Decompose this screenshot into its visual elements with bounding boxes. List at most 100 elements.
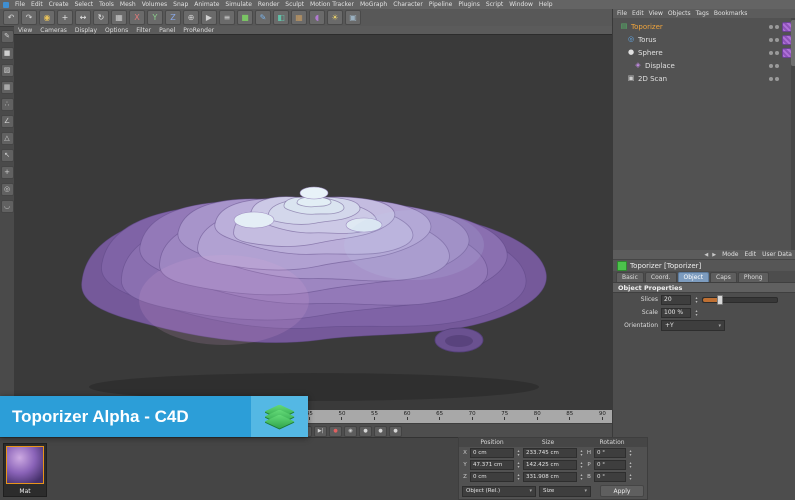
record-rotation-button[interactable]: ● [389, 426, 402, 437]
edges-mode-icon[interactable]: ∠ [1, 115, 14, 128]
record-scale-button[interactable]: ● [374, 426, 387, 437]
attribute-menu-item[interactable]: Mode [722, 251, 738, 258]
tweak-mode-icon[interactable]: ↖ [1, 149, 14, 162]
viewport-canvas[interactable] [14, 34, 612, 411]
material-preview-sphere[interactable] [6, 446, 44, 484]
object-row-torus[interactable]: ◎ Torus [620, 33, 795, 46]
mograph-icon[interactable]: ◧ [273, 10, 289, 25]
menu-item[interactable]: Snap [173, 1, 188, 8]
history-forward-icon[interactable]: ▶ [712, 252, 716, 258]
attribute-tab[interactable]: Object [678, 272, 710, 282]
menu-item[interactable]: Help [539, 1, 553, 8]
scrollbar-thumb[interactable] [791, 20, 795, 66]
menu-item[interactable]: Animate [194, 1, 219, 8]
scale-stepper[interactable] [694, 308, 699, 317]
apply-button[interactable]: Apply [600, 485, 644, 497]
scale-tool-icon[interactable]: ↔ [75, 10, 91, 25]
size-input[interactable]: 233.745 cm [523, 448, 577, 458]
position-stepper[interactable] [516, 473, 521, 482]
coordinate-system-icon[interactable]: ⊕ [183, 10, 199, 25]
move-tool-icon[interactable]: + [57, 10, 73, 25]
model-mode-icon[interactable]: ■ [1, 47, 14, 60]
attribute-tab[interactable]: Coord. [645, 272, 677, 282]
object-row-toporizer[interactable]: ▤ Toporizer [613, 20, 795, 33]
object-manager-menu-item[interactable]: File [617, 10, 627, 17]
attribute-tab[interactable]: Phong [738, 272, 769, 282]
position-input[interactable]: 47.371 cm [470, 460, 514, 470]
size-stepper[interactable] [579, 473, 584, 482]
render-settings-icon[interactable]: ≡ [219, 10, 235, 25]
slices-slider-knob[interactable] [717, 295, 723, 305]
autokey-button[interactable]: ◉ [344, 426, 357, 437]
slices-stepper[interactable] [694, 295, 699, 304]
menu-item[interactable]: Plugins [458, 1, 480, 8]
object-manager-menu-item[interactable]: Tags [696, 10, 709, 17]
attribute-tab[interactable]: Caps [710, 272, 737, 282]
menu-item[interactable]: Window [509, 1, 533, 8]
size-stepper[interactable] [579, 449, 584, 458]
app-logo-icon[interactable] [3, 2, 9, 8]
viewport-menu-item[interactable]: ProRender [183, 27, 214, 34]
position-input[interactable]: 0 cm [470, 448, 514, 458]
object-row-sphere[interactable]: ● Sphere [620, 46, 795, 59]
object-manager-menu-item[interactable]: Objects [668, 10, 691, 17]
slices-slider[interactable] [702, 297, 778, 303]
menu-item[interactable]: File [15, 1, 25, 8]
record-keyframe-button[interactable]: ● [329, 426, 342, 437]
deformer-icon[interactable]: ◖ [309, 10, 325, 25]
position-stepper[interactable] [516, 449, 521, 458]
visibility-toggle-dots[interactable] [769, 51, 779, 55]
visibility-toggle-dots[interactable] [769, 64, 779, 68]
slices-input[interactable]: 20 [661, 295, 691, 305]
attribute-menu-item[interactable]: Edit [744, 251, 756, 258]
coord-mode-dropdown[interactable]: Object (Rel.) [462, 486, 536, 497]
viewport-menu-item[interactable]: Options [105, 27, 128, 34]
viewport-menu-item[interactable]: Panel [159, 27, 175, 34]
object-properties-header[interactable]: Object Properties [613, 282, 795, 293]
rotation-input[interactable]: 0 ° [594, 448, 626, 458]
x-axis-lock-icon[interactable]: X [129, 10, 145, 25]
rotation-stepper[interactable] [628, 461, 633, 470]
environment-icon[interactable]: ☀ [327, 10, 343, 25]
texture-mode-icon[interactable]: ▨ [1, 64, 14, 77]
menu-item[interactable]: Select [75, 1, 94, 8]
object-row-displace[interactable]: ◈ Displace [627, 59, 795, 72]
y-axis-lock-icon[interactable]: Y [147, 10, 163, 25]
size-mode-dropdown[interactable]: Size [539, 486, 591, 497]
cube-primitive-icon[interactable]: ■ [237, 10, 253, 25]
menu-item[interactable]: Simulate [225, 1, 252, 8]
rotation-input[interactable]: 0 ° [594, 472, 626, 482]
menu-item[interactable]: Pipeline [429, 1, 452, 8]
menu-item[interactable]: Tools [99, 1, 114, 8]
menu-item[interactable]: Render [258, 1, 279, 8]
history-back-icon[interactable]: ◀ [704, 252, 708, 258]
menu-item[interactable]: Motion Tracker [310, 1, 354, 8]
attribute-tab[interactable]: Basic [616, 272, 644, 282]
axis-mode-icon[interactable]: + [1, 166, 14, 179]
redo-icon[interactable]: ↷ [21, 10, 37, 25]
rotate-tool-icon[interactable]: ↻ [93, 10, 109, 25]
attribute-menu-item[interactable]: User Data [762, 251, 792, 258]
visibility-toggle-dots[interactable] [769, 77, 779, 81]
record-position-button[interactable]: ● [359, 426, 372, 437]
polygons-mode-icon[interactable]: △ [1, 132, 14, 145]
camera-icon[interactable]: ▣ [345, 10, 361, 25]
menu-item[interactable]: Volumes [142, 1, 167, 8]
viewport-menu-item[interactable]: Display [75, 27, 97, 34]
orientation-dropdown[interactable]: +Y [661, 320, 725, 331]
size-input[interactable]: 142.425 cm [523, 460, 577, 470]
menu-item[interactable]: Character [393, 1, 423, 8]
viewport-menu-item[interactable]: Filter [136, 27, 151, 34]
position-input[interactable]: 0 cm [470, 472, 514, 482]
object-manager-menu-item[interactable]: View [649, 10, 663, 17]
object-manager-menu-item[interactable]: Bookmarks [714, 10, 748, 17]
volume-icon[interactable]: ▦ [291, 10, 307, 25]
material-tile[interactable]: Mat [3, 443, 47, 497]
last-tool-icon[interactable]: ▦ [111, 10, 127, 25]
menu-item[interactable]: Create [49, 1, 69, 8]
menu-item[interactable]: Edit [31, 1, 43, 8]
goto-end-button[interactable]: ▶| [314, 426, 327, 437]
menu-item[interactable]: Mesh [120, 1, 136, 8]
visibility-toggle-dots[interactable] [769, 38, 779, 42]
menu-item[interactable]: Script [486, 1, 503, 8]
